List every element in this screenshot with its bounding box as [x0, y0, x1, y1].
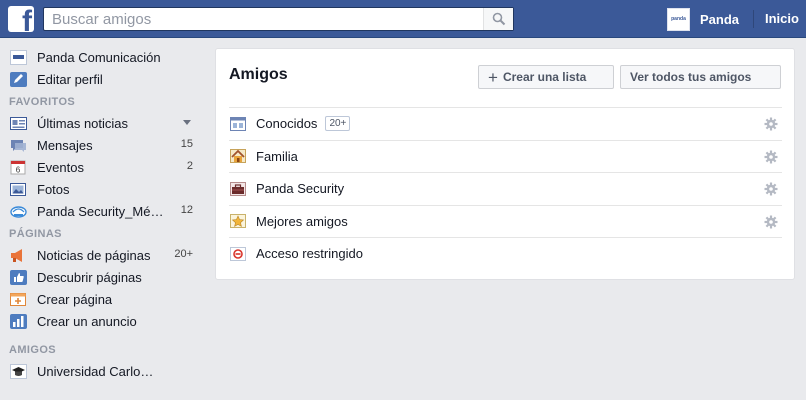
event-count: 2 [186, 160, 193, 172]
megaphone-icon [10, 248, 27, 263]
sidebar-item-news-feed[interactable]: Últimas noticias [0, 112, 205, 134]
news-feed-icon [10, 116, 27, 131]
list-item-label: Acceso restringido [256, 246, 363, 262]
list-item-restricted[interactable]: Acceso restringido [229, 237, 782, 270]
sidebar-item-label: Descubrir páginas [37, 269, 142, 285]
sidebar-item-label: Mensajes [37, 137, 93, 153]
create-page-icon [10, 292, 27, 307]
calendar-icon: 6 [10, 160, 27, 175]
friend-lists: Conocidos 20+ Familia Panda Security Mej… [229, 107, 782, 270]
sidebar-item-edit-profile[interactable]: Editar perfil [0, 68, 205, 90]
gear-icon[interactable] [764, 182, 778, 196]
count-badge: 20+ [325, 116, 351, 132]
sidebar-item-create-ad[interactable]: Crear un anuncio [0, 310, 205, 332]
see-all-friends-button[interactable]: Ver todos tus amigos [620, 65, 781, 89]
page-title: Amigos [229, 66, 288, 83]
search-icon [492, 12, 506, 26]
sidebar-item-group[interactable]: Panda Security_Mé… 12 [0, 200, 205, 222]
briefcase-icon [230, 181, 246, 197]
list-item-label: Conocidos [256, 116, 318, 132]
sidebar-item-label: Eventos [37, 159, 84, 175]
sidebar-item-label: Crear un anuncio [37, 313, 137, 329]
house-icon [230, 148, 246, 164]
search-box [43, 7, 514, 31]
group-count: 12 [180, 204, 193, 216]
photos-icon [10, 182, 27, 197]
sidebar-item-label: Noticias de páginas [37, 247, 151, 263]
sidebar-item-label: Editar perfil [37, 71, 103, 87]
messages-icon [10, 138, 27, 153]
sidebar-item-label: Fotos [37, 181, 70, 197]
sidebar-item-pages-feed[interactable]: Noticias de páginas 20+ [0, 244, 205, 266]
create-list-button[interactable]: + Crear una lista [478, 65, 614, 89]
see-all-label: Ver todos tus amigos [630, 70, 752, 84]
logo-letter: f [22, 6, 32, 33]
avatar-text: panda [671, 16, 686, 22]
list-item-label: Mejores amigos [256, 213, 348, 229]
nav-divider [753, 10, 754, 28]
chart-icon [10, 313, 27, 329]
plus-icon: + [488, 67, 498, 87]
list-item-label: Familia [256, 148, 298, 164]
gear-icon[interactable] [764, 150, 778, 164]
sidebar-item-university[interactable]: Universidad Carlo… [0, 360, 205, 382]
group-icon [10, 204, 27, 219]
sidebar-item-photos[interactable]: Fotos [0, 178, 205, 200]
unread-count: 15 [180, 138, 193, 150]
favorites-heading: FAVORITOS [9, 96, 76, 108]
panda-avatar-icon [10, 49, 27, 65]
restricted-icon [230, 246, 246, 262]
sidebar-item-label: Últimas noticias [37, 115, 129, 131]
sidebar-item-label: Panda Comunicación [37, 49, 161, 65]
list-item-best-friends[interactable]: Mejores amigos [229, 204, 782, 238]
acquaintances-icon [230, 116, 246, 132]
sidebar-item-messages[interactable]: Mensajes 15 [0, 134, 205, 156]
list-item-label: Panda Security [256, 181, 345, 197]
friends-card: Amigos + Crear una lista Ver todos tus a… [215, 48, 795, 280]
left-sidebar: Panda Comunicación Editar perfil FAVORIT… [0, 46, 205, 382]
thumbs-up-icon [10, 269, 27, 285]
sidebar-item-profile[interactable]: Panda Comunicación [0, 46, 205, 68]
profile-name: Panda [700, 11, 740, 27]
sidebar-item-discover-pages[interactable]: Descubrir páginas [0, 266, 205, 288]
star-icon [230, 213, 246, 229]
list-item-acquaintances[interactable]: Conocidos 20+ [229, 107, 782, 140]
chevron-down-icon[interactable] [183, 120, 191, 125]
profile-avatar: panda [667, 7, 690, 31]
sidebar-item-label: Panda Security_Mé… [37, 203, 164, 219]
gear-icon[interactable] [764, 215, 778, 229]
pages-heading: PÁGINAS [9, 228, 62, 240]
svg-text:6: 6 [16, 165, 21, 174]
friends-heading: AMIGOS [9, 344, 57, 356]
list-item-panda-security[interactable]: Panda Security [229, 172, 782, 205]
sidebar-item-events[interactable]: 6 Eventos 2 [0, 156, 205, 178]
sidebar-item-create-page[interactable]: Crear página [0, 288, 205, 310]
sidebar-item-label: Universidad Carlo… [37, 363, 154, 379]
sidebar-item-label: Crear página [37, 291, 113, 307]
facebook-logo-icon[interactable]: f [8, 6, 34, 32]
gear-icon[interactable] [764, 117, 778, 131]
home-link[interactable]: Inicio [765, 11, 799, 26]
search-input[interactable] [44, 8, 484, 30]
create-list-label: Crear una lista [502, 70, 587, 84]
pencil-icon [10, 71, 27, 87]
list-item-family[interactable]: Familia [229, 139, 782, 173]
graduation-cap-icon [10, 363, 27, 379]
profile-link[interactable]: panda Panda [667, 7, 739, 31]
top-bar: f panda Panda Inicio [0, 0, 806, 38]
search-button[interactable] [483, 8, 513, 30]
pages-count: 20+ [174, 248, 193, 260]
